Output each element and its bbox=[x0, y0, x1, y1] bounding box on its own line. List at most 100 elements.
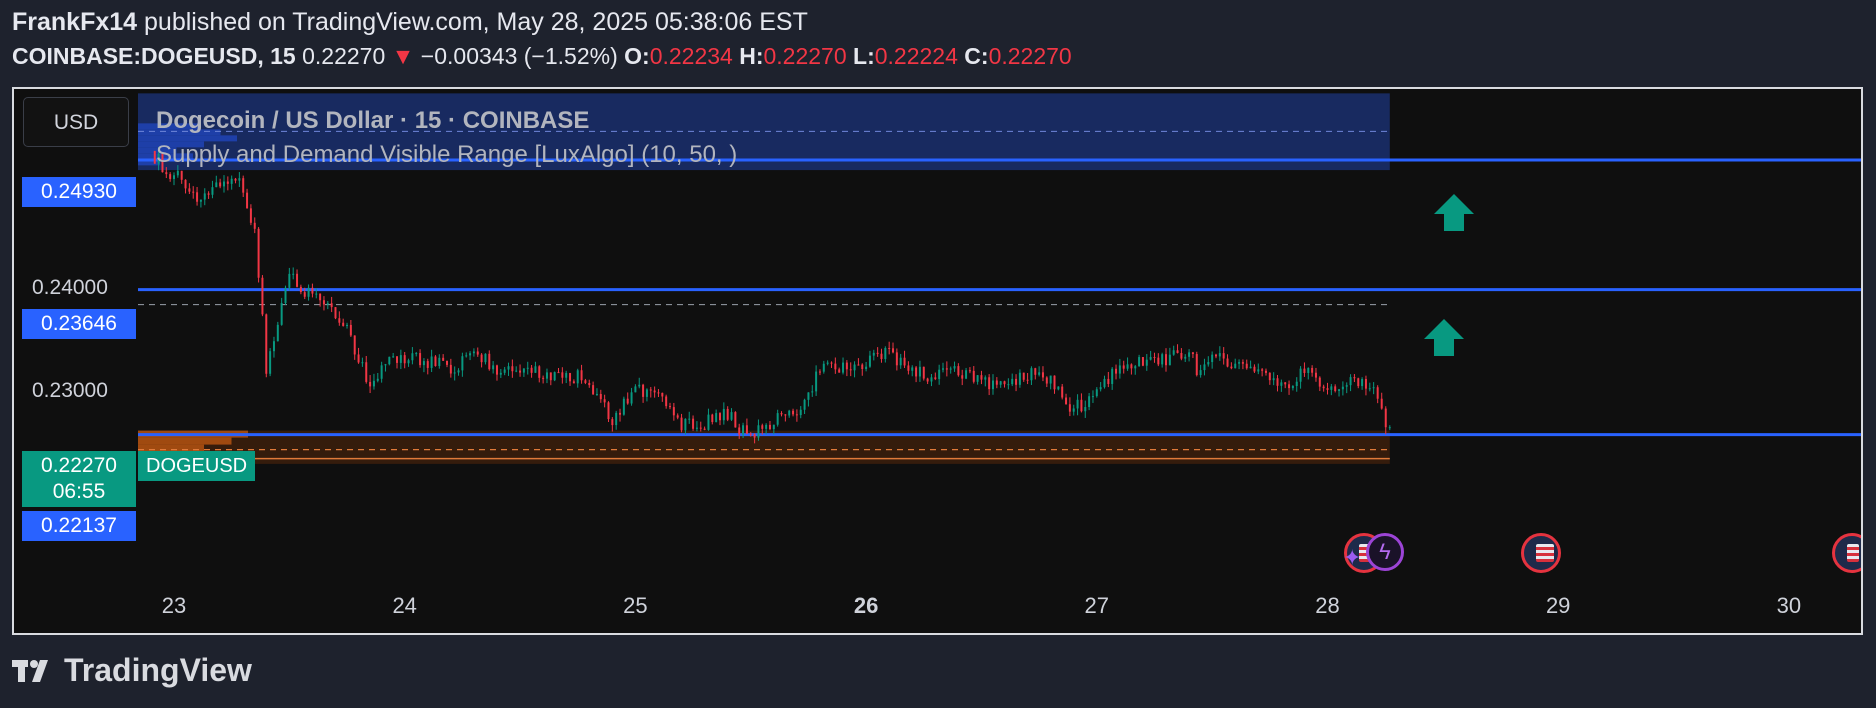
us-flag-stripes bbox=[1536, 544, 1554, 562]
candle-body bbox=[411, 353, 414, 361]
candle-body bbox=[703, 428, 706, 430]
bar-countdown: 06:55 bbox=[52, 480, 106, 503]
candle-body bbox=[965, 370, 968, 379]
candle-body bbox=[980, 375, 983, 380]
candle-body bbox=[180, 170, 183, 180]
candle-body bbox=[911, 367, 914, 371]
candle-body bbox=[1118, 365, 1121, 374]
candle-body bbox=[822, 363, 825, 372]
candle-body bbox=[1376, 387, 1379, 399]
price-chart[interactable] bbox=[14, 89, 1861, 633]
candle-body bbox=[1380, 398, 1383, 409]
low-label: L: bbox=[853, 43, 875, 69]
candle-body bbox=[422, 361, 425, 366]
candle-body bbox=[1068, 404, 1071, 412]
candle-body bbox=[1011, 378, 1014, 385]
candle-body bbox=[707, 414, 710, 430]
candle-body bbox=[915, 367, 918, 377]
candle-body bbox=[465, 355, 468, 357]
candle-body bbox=[1007, 384, 1010, 386]
resistance-price-label: 0.23646 bbox=[22, 309, 136, 339]
candle-body bbox=[492, 365, 495, 370]
chart-title: Dogecoin / US Dollar · 15 · COINBASE bbox=[156, 107, 590, 134]
candle-body bbox=[211, 187, 214, 195]
candle-body bbox=[711, 414, 714, 423]
candle-body bbox=[615, 412, 618, 426]
chart-panel[interactable]: USD Dogecoin / US Dollar · 15 · COINBASE… bbox=[12, 87, 1863, 635]
candle-body bbox=[372, 380, 375, 387]
candle-body bbox=[930, 377, 933, 382]
candle-body bbox=[957, 366, 960, 376]
candle-body bbox=[1288, 384, 1291, 389]
open-label: O: bbox=[624, 43, 650, 69]
candle-body bbox=[995, 380, 998, 385]
candle-body bbox=[380, 365, 383, 379]
candle-body bbox=[884, 347, 887, 359]
candle-body bbox=[1165, 354, 1168, 366]
candle-body bbox=[357, 354, 360, 363]
candle-body bbox=[1311, 367, 1314, 373]
candle-body bbox=[511, 366, 514, 372]
x-tick-label: 29 bbox=[1545, 593, 1571, 618]
candle-body bbox=[445, 360, 448, 365]
candle-body bbox=[765, 424, 768, 429]
candle-body bbox=[442, 357, 445, 361]
candle-body bbox=[1172, 350, 1175, 355]
sparkle-icon: ✦ bbox=[1343, 545, 1362, 570]
candle-body bbox=[557, 372, 560, 374]
candle-body bbox=[1261, 369, 1264, 371]
candle-body bbox=[1334, 386, 1337, 391]
candle-body bbox=[303, 292, 306, 297]
candle-body bbox=[584, 380, 587, 383]
close-label: C: bbox=[964, 43, 989, 69]
last-price: 0.22270 bbox=[302, 43, 386, 69]
candle-body bbox=[407, 360, 410, 364]
lightning-icon[interactable]: ϟ bbox=[1366, 533, 1404, 571]
currency-button[interactable]: USD bbox=[23, 97, 129, 147]
candle-body bbox=[857, 364, 860, 366]
x-tick-label: 28 bbox=[1315, 593, 1340, 618]
candle-body bbox=[430, 356, 433, 368]
candle-body bbox=[242, 178, 245, 193]
indicator-title[interactable]: Supply and Demand Visible Range [LuxAlgo… bbox=[156, 141, 737, 169]
candle-body bbox=[403, 355, 406, 364]
tradingview-logo[interactable]: TradingView bbox=[12, 652, 252, 689]
candle-body bbox=[803, 399, 806, 410]
candle-body bbox=[807, 392, 810, 400]
candle-body bbox=[1207, 362, 1210, 365]
candle-body bbox=[169, 174, 172, 179]
demand-volume-bar bbox=[138, 437, 232, 445]
candle-body bbox=[1134, 366, 1137, 369]
candle-body bbox=[353, 335, 356, 355]
candle-body bbox=[745, 425, 748, 434]
candle-body bbox=[680, 417, 683, 431]
candle-body bbox=[953, 366, 956, 369]
candle-body bbox=[326, 303, 329, 305]
candle-body bbox=[549, 372, 552, 381]
candle-body bbox=[1072, 408, 1075, 412]
x-tick-label: 30 bbox=[1776, 593, 1802, 618]
close-value: 0.22270 bbox=[988, 43, 1072, 69]
candle-body bbox=[1184, 356, 1187, 359]
candle-body bbox=[1049, 375, 1052, 384]
candle-body bbox=[257, 228, 260, 278]
author-name[interactable]: FrankFx14 bbox=[12, 8, 137, 36]
candle-body bbox=[1338, 389, 1341, 391]
candle-body bbox=[449, 364, 452, 374]
candle-body bbox=[1145, 359, 1148, 366]
publish-date: published on TradingView.com, May 28, 20… bbox=[144, 8, 808, 36]
candle-body bbox=[988, 377, 991, 390]
candle-body bbox=[472, 351, 475, 354]
candle-body bbox=[1161, 354, 1164, 365]
candle-body bbox=[488, 353, 491, 370]
candle-body bbox=[611, 419, 614, 426]
candle-body bbox=[922, 366, 925, 379]
candle-body bbox=[1230, 366, 1233, 369]
candle-body bbox=[776, 413, 779, 425]
candle-body bbox=[672, 407, 675, 416]
candle-body bbox=[972, 370, 975, 382]
candle-body bbox=[868, 355, 871, 367]
candle-body bbox=[438, 357, 441, 367]
candle-body bbox=[230, 178, 233, 184]
candle-body bbox=[968, 370, 971, 372]
